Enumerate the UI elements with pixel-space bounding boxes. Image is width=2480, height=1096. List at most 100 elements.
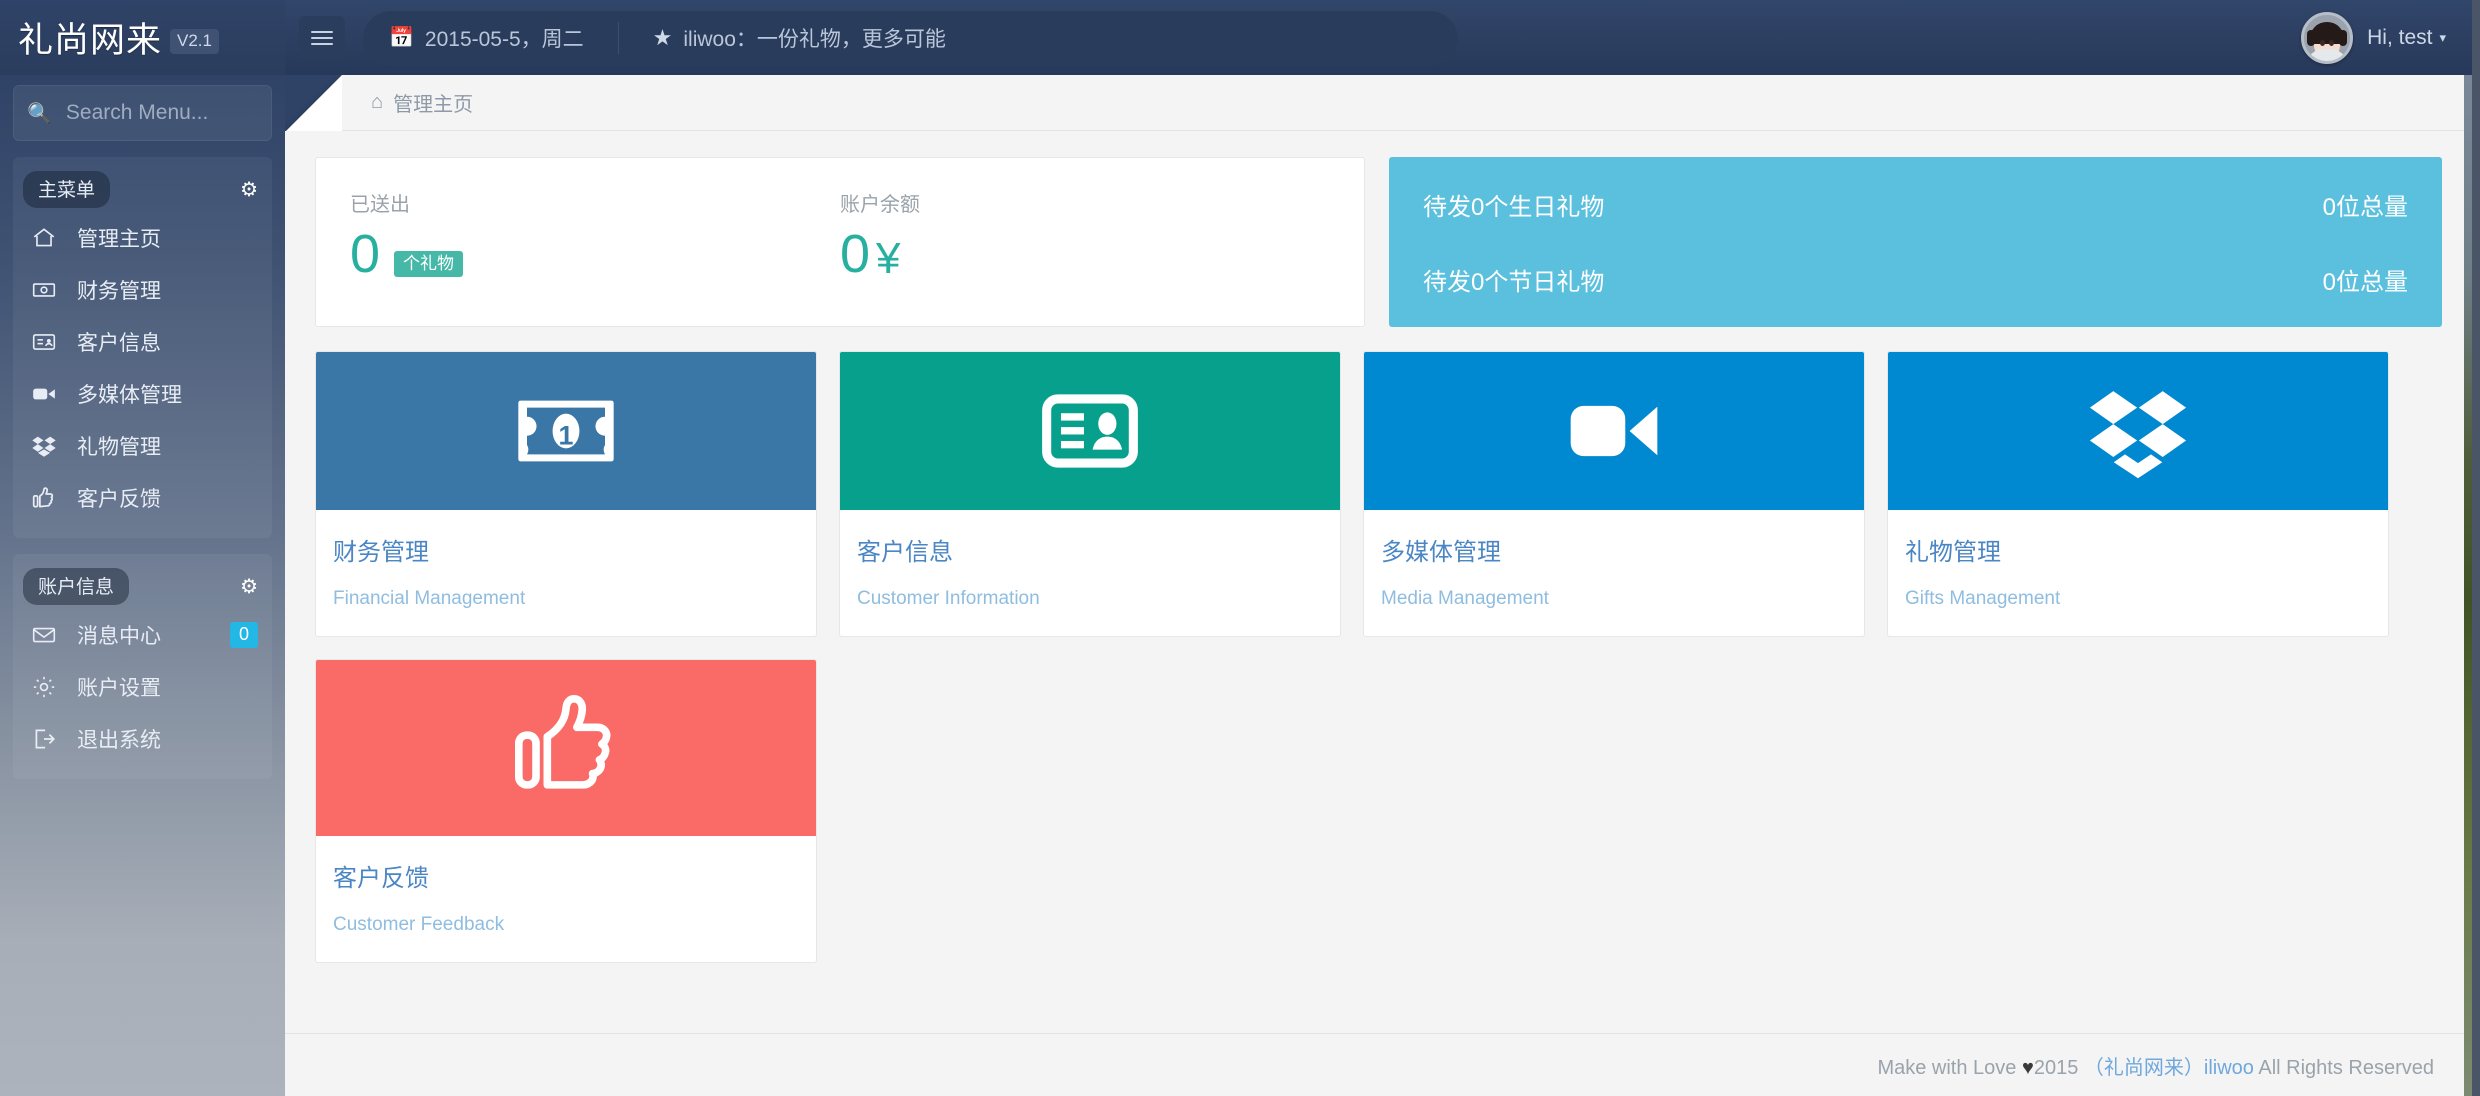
sidebar-item-feedback[interactable]: 客户反馈 [13,472,272,524]
pending-birthday-label: 待发0个生日礼物 [1423,194,1605,221]
cog-icon [31,674,65,700]
sidebar-group-title: 账户信息 [23,568,130,605]
tile-subtitle: Gifts Management [1905,588,2061,609]
tile-subtitle: Media Management [1381,588,1549,609]
sidebar-item-messages[interactable]: 消息中心 0 [13,609,272,661]
sidebar-item-label: 财务管理 [77,280,161,303]
stat-sent: 已送出 0 个礼物 [350,188,840,292]
tile-meta: 礼物管理 Gifts Management [1888,510,2388,636]
calendar-icon: 📅 [389,27,414,49]
stat-unit-badge: 个礼物 [394,251,464,277]
sidebar-item-label: 客户信息 [77,332,161,355]
tile-title: 客户反馈 [333,865,429,892]
heart-icon: ♥ [2021,1056,2034,1079]
sidebar-item-label: 退出系统 [77,729,161,752]
pending-holiday-label: 待发0个节日礼物 [1423,269,1605,296]
footer-prefix: Make with Love [1877,1056,2022,1079]
sidebar-item-finance[interactable]: 财务管理 [13,264,272,316]
top-navbar: 礼尚网来 V2.1 📅 2015-05-5，周二 ★ iliwoo：一份礼物，更… [0,0,2472,75]
sidebar: 🔍 主菜单 ⚙ 管理主页 财务管理 [0,75,285,1096]
tile-art: 1 [316,352,816,510]
tile-subtitle: Financial Management [333,588,526,609]
sidebar-group-title: 主菜单 [23,171,111,208]
stats-card: 已送出 0 个礼物 账户余额 0 ¥ [315,157,1365,327]
pending-gifts-panel: 待发0个生日礼物 0位总量 待发0个节日礼物 0位总量 [1389,157,2442,327]
sidebar-group-account: 账户信息 ⚙ 消息中心 0 账户设置 退出系统 [13,554,272,779]
stat-value-wrap: 0 ¥ [840,227,1330,281]
tile-art [316,660,816,836]
user-menu[interactable]: Hi, test ▾ [2301,0,2446,75]
home-icon [31,225,65,251]
sidebar-group-header: 账户信息 ⚙ [13,564,272,609]
sidebar-item-label: 账户设置 [77,677,161,700]
money-icon [31,277,65,303]
tile-title: 多媒体管理 [1381,539,1501,566]
breadcrumb-bar: ⌂ 管理主页 [285,75,2472,131]
tile-art [1364,352,1864,510]
sidebar-item-logout[interactable]: 退出系统 [13,713,272,765]
search-input[interactable] [65,101,258,125]
sidebar-item-label: 消息中心 [77,625,161,648]
gear-icon[interactable]: ⚙ [240,574,258,599]
tile-financial-management[interactable]: 1 财务管理 Financial Management [315,351,817,637]
header-date-text: 2015-05-5，周二 [424,27,584,51]
summary-row: 已送出 0 个礼物 账户余额 0 ¥ 待发0个生日礼物 0位总量 待发0个节日礼… [315,157,2442,327]
pending-birthday-total: 0位总量 [2322,194,2408,221]
video-icon [1570,405,1658,457]
sidebar-item-account-settings[interactable]: 账户设置 [13,661,272,713]
footer-link-en[interactable]: iliwoo [2204,1057,2254,1079]
tile-meta: 财务管理 Financial Management [316,510,816,636]
sidebar-item-label: 多媒体管理 [77,384,182,407]
sidebar-item-label: 礼物管理 [77,436,161,459]
tile-subtitle: Customer Feedback [333,914,505,935]
tile-media-management[interactable]: 多媒体管理 Media Management [1363,351,1865,637]
pill-divider [617,21,619,54]
stat-currency: ¥ [876,234,901,283]
idcard-icon [1042,394,1138,468]
chevron-down-icon: ▾ [2439,29,2446,45]
header-slogan: ★ iliwoo：一份礼物，更多可能 [653,23,946,53]
footer-text: Make with Love ♥2015 （礼尚网来）iliwoo All Ri… [1877,1051,2434,1080]
sidebar-item-gifts[interactable]: 礼物管理 [13,420,272,472]
money-icon: 1 [518,400,614,462]
brand-logo[interactable]: 礼尚网来 V2.1 [0,0,285,75]
gear-icon[interactable]: ⚙ [240,177,258,202]
footer-link-cn[interactable]: （礼尚网来） [2084,1057,2204,1079]
page-footer: Make with Love ♥2015 （礼尚网来）iliwoo All Ri… [285,1033,2472,1096]
breadcrumb[interactable]: ⌂ 管理主页 [371,88,473,117]
header-slogan-text: iliwoo：一份礼物，更多可能 [683,27,946,51]
thumbsup-icon [31,485,65,511]
brand-title: 礼尚网来 [18,21,163,60]
pending-holiday-total: 0位总量 [2322,269,2408,296]
dashboard-body: 已送出 0 个礼物 账户余额 0 ¥ 待发0个生日礼物 0位总量 待发0个节日礼… [285,131,2472,1031]
page-fold-corner [285,75,342,131]
dropbox-icon [31,433,65,459]
header-date: 📅 2015-05-5，周二 [389,23,584,53]
tile-title: 礼物管理 [1905,539,2001,566]
tile-customer-feedback[interactable]: 客户反馈 Customer Feedback [315,659,817,963]
tile-meta: 多媒体管理 Media Management [1364,510,1864,636]
hamburger-icon [311,30,333,45]
envelope-icon [31,622,65,648]
sidebar-group-header: 主菜单 ⚙ [13,167,272,212]
sidebar-toggle-button[interactable] [299,15,345,60]
sidebar-item-media[interactable]: 多媒体管理 [13,368,272,420]
tile-gifts-management[interactable]: 礼物管理 Gifts Management [1887,351,2389,637]
tile-title: 财务管理 [333,539,429,566]
sidebar-item-label: 客户反馈 [77,488,161,511]
stat-value: 0 [840,224,871,284]
tile-meta: 客户信息 Customer Information [840,510,1340,636]
breadcrumb-text: 管理主页 [393,94,474,116]
sidebar-search[interactable]: 🔍 [13,85,272,141]
sidebar-item-customers[interactable]: 客户信息 [13,316,272,368]
footer-suffix: All Rights Reserved [2253,1056,2434,1079]
tile-title: 客户信息 [857,539,953,566]
stat-balance: 账户余额 0 ¥ [840,188,1330,292]
stat-caption: 已送出 [350,194,410,216]
tile-meta: 客户反馈 Customer Feedback [316,836,816,962]
sidebar-item-dashboard[interactable]: 管理主页 [13,212,272,264]
sidebar-item-label: 管理主页 [77,228,161,251]
footer-year: 2015 [2033,1056,2079,1079]
logout-icon [31,726,65,752]
tile-customer-information[interactable]: 客户信息 Customer Information [839,351,1341,637]
